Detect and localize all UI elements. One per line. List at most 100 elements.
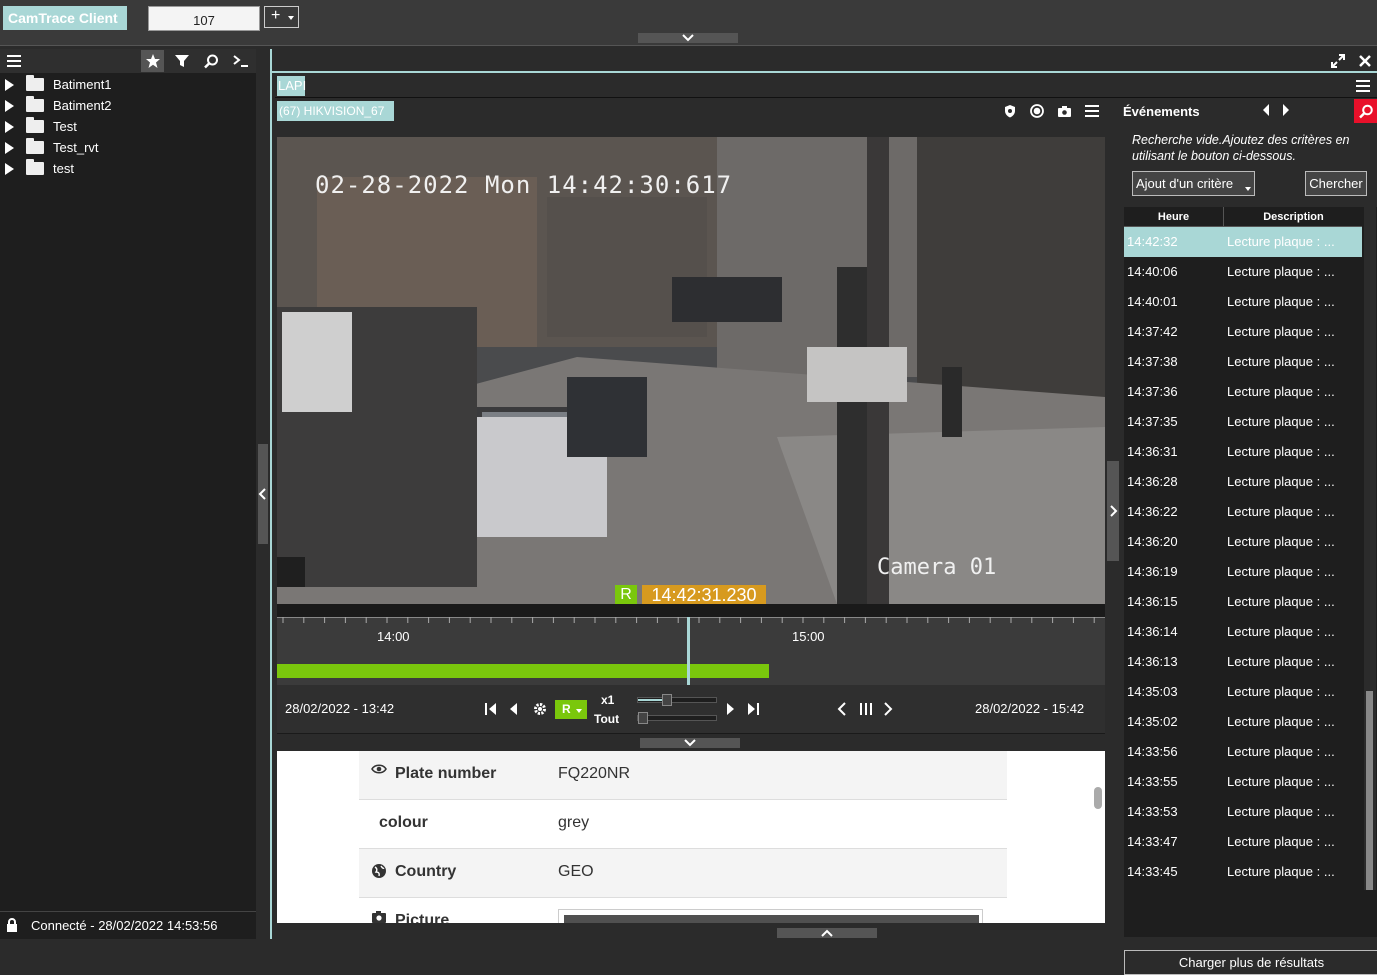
panel-splitter[interactable] <box>256 49 270 939</box>
close-icon[interactable] <box>1359 55 1371 67</box>
jump-now-icon[interactable] <box>859 702 873 716</box>
shield-icon[interactable] <box>1004 104 1016 118</box>
speed-slider-thumb[interactable] <box>662 694 672 706</box>
speed-slider[interactable] <box>637 694 717 706</box>
event-time: 14:33:45 <box>1127 864 1178 879</box>
expand-arrow-icon[interactable] <box>5 79 14 91</box>
event-time: 14:36:22 <box>1127 504 1178 519</box>
tab-lapi[interactable]: LAPI <box>277 76 306 96</box>
chevron-left-icon <box>258 488 266 500</box>
event-row[interactable]: 14:33:47 Lecture plaque : ... <box>1124 827 1362 857</box>
tree-item-batiment2[interactable]: Batiment2 <box>0 95 256 116</box>
tree-item-test-rvt[interactable]: Test_rvt <box>0 137 256 158</box>
chevron-down-icon <box>682 34 694 42</box>
expand-arrow-icon[interactable] <box>5 163 14 175</box>
next-icon[interactable] <box>1282 103 1290 117</box>
info-value: grey <box>558 814 590 831</box>
event-row[interactable]: 14:36:20 Lecture plaque : ... <box>1124 527 1362 557</box>
tab-107[interactable]: 107 <box>148 6 260 31</box>
event-row[interactable]: 14:37:36 Lecture plaque : ... <box>1124 377 1362 407</box>
camera-icon[interactable] <box>1057 105 1072 118</box>
load-more-button[interactable]: Charger plus de résultats <box>1124 950 1377 975</box>
camera-title: (67) HIKVISION_67 <box>277 101 394 121</box>
event-row[interactable]: 14:36:28 Lecture plaque : ... <box>1124 467 1362 497</box>
events-scrollbar[interactable] <box>1364 207 1376 890</box>
scope-slider[interactable] <box>637 712 717 724</box>
column-header-time[interactable]: Heure <box>1124 207 1224 227</box>
search-criteria-button[interactable]: Chercher <box>1305 171 1367 196</box>
event-row[interactable]: 14:37:42 Lecture plaque : ... <box>1124 317 1362 347</box>
splitter-grip[interactable] <box>258 444 268 544</box>
playhead-cursor[interactable] <box>687 617 690 685</box>
add-tab-button[interactable]: + <box>264 6 299 28</box>
event-time: 14:36:13 <box>1127 654 1178 669</box>
event-row[interactable]: 14:40:06 Lecture plaque : ... <box>1124 257 1362 287</box>
event-description: Lecture plaque : ... <box>1227 834 1335 849</box>
event-description: Lecture plaque : ... <box>1227 354 1335 369</box>
tree-item-batiment1[interactable]: Batiment1 <box>0 74 256 95</box>
event-row[interactable]: 14:33:45 Lecture plaque : ... <box>1124 857 1362 887</box>
info-scrollbar-thumb[interactable] <box>1094 787 1102 809</box>
event-row[interactable]: 14:40:01 Lecture plaque : ... <box>1124 287 1362 317</box>
event-row[interactable]: 14:36:31 Lecture plaque : ... <box>1124 437 1362 467</box>
expand-arrow-icon[interactable] <box>5 121 14 133</box>
step-forward-icon[interactable] <box>726 702 736 716</box>
tree-item-test-lower[interactable]: test <box>0 158 256 179</box>
search-icon[interactable] <box>204 54 219 69</box>
status-bar: Connecté - 28/02/2022 14:53:56 <box>0 911 256 939</box>
favorites-button[interactable] <box>141 50 164 72</box>
connection-status: Connecté - 28/02/2022 14:53:56 <box>31 918 218 933</box>
menu-icon[interactable] <box>7 55 21 67</box>
event-time: 14:36:14 <box>1127 624 1178 639</box>
events-scrollbar-thumb[interactable] <box>1366 691 1373 890</box>
skip-start-icon[interactable] <box>484 702 498 716</box>
expand-arrow-icon[interactable] <box>5 100 14 112</box>
record-badge: R <box>615 585 637 604</box>
event-row[interactable]: 14:36:19 Lecture plaque : ... <box>1124 557 1362 587</box>
expand-arrow-icon[interactable] <box>5 142 14 154</box>
event-row[interactable]: 14:33:55 Lecture plaque : ... <box>1124 767 1362 797</box>
skip-end-icon[interactable] <box>746 702 760 716</box>
terminal-icon[interactable] <box>233 54 249 68</box>
expand-icon[interactable] <box>1331 54 1345 68</box>
video-view[interactable]: 02-28-2022 Mon 14:42:30:617 Camera 01 R … <box>277 137 1105 604</box>
bottom-collapse-handle[interactable] <box>777 928 877 938</box>
event-row[interactable]: 14:42:32 Lecture plaque : ... <box>1124 227 1362 257</box>
events-search-button[interactable] <box>1354 99 1377 123</box>
menu-icon[interactable] <box>1356 80 1370 92</box>
chevron-left-icon[interactable] <box>837 702 847 716</box>
event-time: 14:36:28 <box>1127 474 1178 489</box>
tree-item-test[interactable]: Test <box>0 116 256 137</box>
info-collapse-handle[interactable] <box>640 738 740 748</box>
mode-select[interactable]: R <box>555 700 587 719</box>
menu-icon[interactable] <box>1085 105 1099 117</box>
event-row[interactable]: 14:35:03 Lecture plaque : ... <box>1124 677 1362 707</box>
info-key: Picture <box>395 912 450 923</box>
camera-image <box>277 137 1105 604</box>
record-icon[interactable] <box>1030 104 1044 118</box>
event-time: 14:36:19 <box>1127 564 1178 579</box>
chevron-right-icon[interactable] <box>883 702 893 716</box>
event-row[interactable]: 14:36:13 Lecture plaque : ... <box>1124 647 1362 677</box>
timeline[interactable]: 14:00 15:00 <box>277 617 1105 685</box>
eye-icon <box>371 764 387 774</box>
event-row[interactable]: 14:36:15 Lecture plaque : ... <box>1124 587 1362 617</box>
gear-icon[interactable] <box>533 702 547 716</box>
events-splitter[interactable] <box>1107 461 1119 561</box>
step-back-icon[interactable] <box>508 702 518 716</box>
event-row[interactable]: 14:36:14 Lecture plaque : ... <box>1124 617 1362 647</box>
event-description: Lecture plaque : ... <box>1227 234 1335 249</box>
event-row[interactable]: 14:33:53 Lecture plaque : ... <box>1124 797 1362 827</box>
event-row[interactable]: 14:33:56 Lecture plaque : ... <box>1124 737 1362 767</box>
top-collapse-handle[interactable] <box>638 33 738 43</box>
column-header-description[interactable]: Description <box>1225 207 1362 227</box>
event-row[interactable]: 14:35:02 Lecture plaque : ... <box>1124 707 1362 737</box>
event-row[interactable]: 14:37:35 Lecture plaque : ... <box>1124 407 1362 437</box>
event-row[interactable]: 14:37:38 Lecture plaque : ... <box>1124 347 1362 377</box>
event-row[interactable]: 14:36:22 Lecture plaque : ... <box>1124 497 1362 527</box>
filter-icon[interactable] <box>175 54 189 68</box>
add-criteria-button[interactable]: Ajout d'un critère <box>1132 171 1255 196</box>
previous-icon[interactable] <box>1262 103 1270 117</box>
scope-slider-thumb[interactable] <box>638 712 648 724</box>
event-description: Lecture plaque : ... <box>1227 774 1335 789</box>
